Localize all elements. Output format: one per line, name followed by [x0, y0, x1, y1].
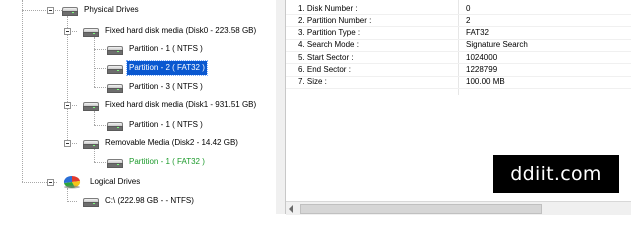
- drive-tree-panel[interactable]: Physical Drives Fixed hard disk media (D…: [0, 0, 277, 214]
- property-key: 3. Partition Type :: [298, 28, 361, 38]
- tree-node-disk2[interactable]: Removable Media (Disk2 - 14.42 GB): [83, 136, 240, 150]
- tree-node-label: Physical Drives: [84, 5, 139, 14]
- property-row[interactable]: 5. Start Sector : 1024000: [286, 51, 631, 63]
- tree-node-disk0-partition-1[interactable]: Partition - 1 ( NTFS ): [107, 42, 205, 56]
- property-key: 5. Start Sector :: [298, 52, 354, 62]
- hard-drive-icon: [83, 101, 99, 111]
- tree-line: [94, 149, 95, 162]
- tree-node-label: Partition - 3 ( NTFS ): [129, 82, 203, 91]
- tree-node-label: Fixed hard disk media (Disk1 - 931.51 GB…: [105, 100, 257, 109]
- tree-line: [94, 68, 108, 69]
- property-row[interactable]: 3. Partition Type : FAT32: [286, 27, 631, 39]
- removable-drive-icon: [83, 139, 99, 149]
- watermark: ddiit.com: [493, 155, 619, 193]
- scrollbar-thumb[interactable]: [300, 204, 542, 214]
- property-value: Signature Search: [466, 40, 528, 50]
- hard-drive-icon: [83, 197, 99, 207]
- tree-node-disk1[interactable]: Fixed hard disk media (Disk1 - 931.51 GB…: [83, 98, 258, 112]
- property-row[interactable]: 7. Size : 100.00 MB: [286, 76, 631, 88]
- tree-line: [94, 87, 108, 88]
- property-row[interactable]: 2. Partition Number : 2: [286, 14, 631, 26]
- collapse-disk0-toggle[interactable]: [64, 28, 71, 35]
- tree-node-disk0-partition-2[interactable]: Partition - 2 ( FAT32 ): [107, 60, 208, 76]
- tree-line: [67, 188, 68, 202]
- tree-line: [94, 162, 108, 163]
- partition-drive-icon: [107, 83, 123, 93]
- tree-line: [22, 10, 62, 11]
- tree-node-physical-drives[interactable]: Physical Drives: [62, 3, 141, 17]
- tree-line: [94, 49, 108, 50]
- partition-drive-icon: [107, 45, 123, 55]
- property-row[interactable]: 1. Disk Number : 0: [286, 2, 631, 14]
- property-key: 6. End Sector :: [298, 65, 351, 74]
- property-value: 2: [466, 15, 471, 25]
- tree-node-label: Removable Media (Disk2 - 14.42 GB): [105, 138, 238, 147]
- tree-line: [94, 111, 95, 125]
- tree-node-drive-c[interactable]: C:\ (222.98 GB - - NTFS): [83, 194, 196, 208]
- tree-node-logical-drives[interactable]: Logical Drives: [60, 175, 142, 189]
- properties-horizontal-scrollbar[interactable]: [286, 201, 631, 215]
- partition-drive-icon: [107, 121, 123, 131]
- partition-drive-icon: [107, 64, 123, 74]
- scroll-left-arrow-icon[interactable]: [289, 205, 293, 213]
- hard-drive-icon: [83, 27, 99, 37]
- property-value: FAT32: [466, 28, 489, 38]
- tree-node-disk1-partition-1[interactable]: Partition - 1 ( NTFS ): [107, 118, 205, 132]
- hard-drive-icon: [62, 6, 78, 16]
- property-value: 100.00 MB: [466, 77, 505, 87]
- tree-line: [22, 0, 23, 182]
- tree-node-label-selected: Partition - 2 ( FAT32 ): [126, 60, 208, 76]
- tree-node-disk0-partition-3[interactable]: Partition - 3 ( NTFS ): [107, 80, 205, 94]
- logical-drives-icon: [60, 175, 84, 189]
- tree-line: [67, 16, 68, 144]
- property-row[interactable]: 6. End Sector : 1228799: [286, 64, 631, 76]
- property-value: 1024000: [466, 52, 498, 62]
- tree-node-disk0[interactable]: Fixed hard disk media (Disk0 - 223.58 GB…: [83, 24, 258, 38]
- partition-drive-icon: [107, 158, 123, 168]
- property-value: 1228799: [466, 65, 498, 74]
- property-row[interactable]: 4. Search Mode : Signature Search: [286, 39, 631, 51]
- tree-node-label: C:\ (222.98 GB - - NTFS): [105, 196, 194, 205]
- collapse-disk2-toggle[interactable]: [64, 140, 71, 147]
- tree-line: [67, 201, 77, 202]
- collapse-disk1-toggle[interactable]: [64, 102, 71, 109]
- row-divider: [286, 87, 631, 89]
- property-key: 4. Search Mode :: [298, 40, 359, 50]
- tree-line: [94, 37, 95, 87]
- property-key: 7. Size :: [298, 77, 327, 87]
- collapse-logical-drives-toggle[interactable]: [47, 179, 54, 186]
- tree-node-label: Partition - 1 ( FAT32 ): [129, 157, 205, 166]
- property-value: 0: [466, 3, 471, 13]
- property-key: 2. Partition Number :: [298, 15, 372, 25]
- tree-node-label: Partition - 1 ( NTFS ): [129, 44, 203, 53]
- tree-node-disk2-partition-1[interactable]: Partition - 1 ( FAT32 ): [107, 155, 207, 169]
- collapse-physical-drives-toggle[interactable]: [47, 7, 54, 14]
- tree-vertical-scrollbar[interactable]: [276, 0, 286, 214]
- property-key: 1. Disk Number :: [298, 3, 358, 13]
- tree-node-label: Fixed hard disk media (Disk0 - 223.58 GB…: [105, 26, 257, 35]
- tree-line: [94, 125, 108, 126]
- tree-node-label: Logical Drives: [90, 177, 141, 186]
- tree-node-label: Partition - 1 ( NTFS ): [129, 120, 203, 129]
